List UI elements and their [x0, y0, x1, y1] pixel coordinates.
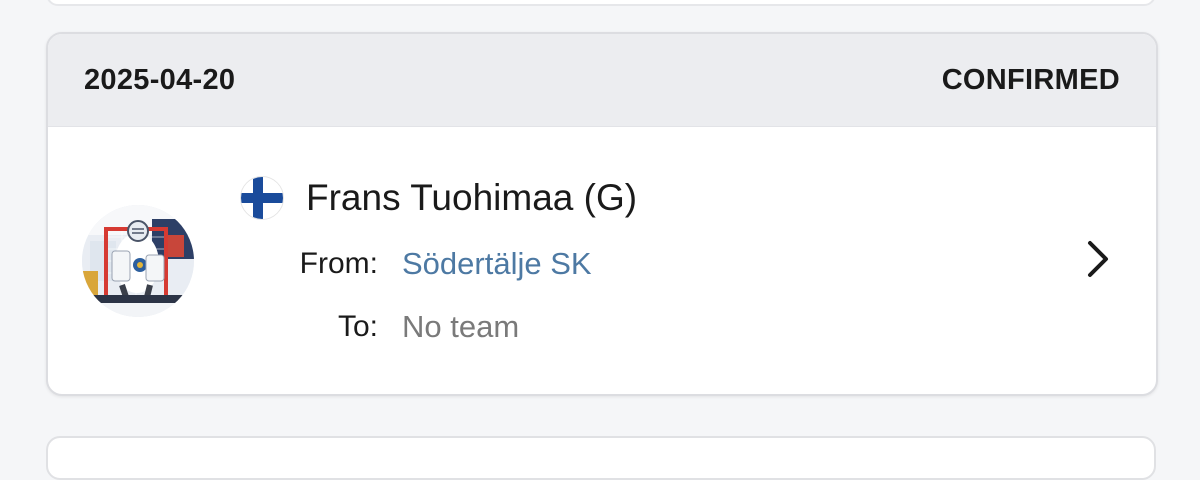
card-body: Frans Tuohimaa (G) From: Södertälje SK T… [48, 127, 1156, 393]
previous-card-edge [46, 0, 1156, 6]
to-label: To: [337, 310, 378, 343]
status-label: CONFIRMED [941, 63, 1120, 96]
finland-flag-icon [240, 176, 284, 220]
from-team-link[interactable]: Södertälje SK [402, 246, 592, 282]
player-name[interactable]: Frans Tuohimaa (G) [306, 177, 637, 219]
card-header: 2025-04-20 CONFIRMED [48, 34, 1156, 127]
from-label: From: [299, 247, 378, 280]
next-card-edge [46, 436, 1156, 480]
to-team-value: No team [402, 309, 520, 344]
transfer-date: 2025-04-20 [84, 63, 236, 96]
chevron-right-icon[interactable] [1080, 235, 1116, 283]
transfer-card[interactable]: 2025-04-20 CONFIRMED Frans Tuohimaa (G) … [46, 32, 1158, 396]
